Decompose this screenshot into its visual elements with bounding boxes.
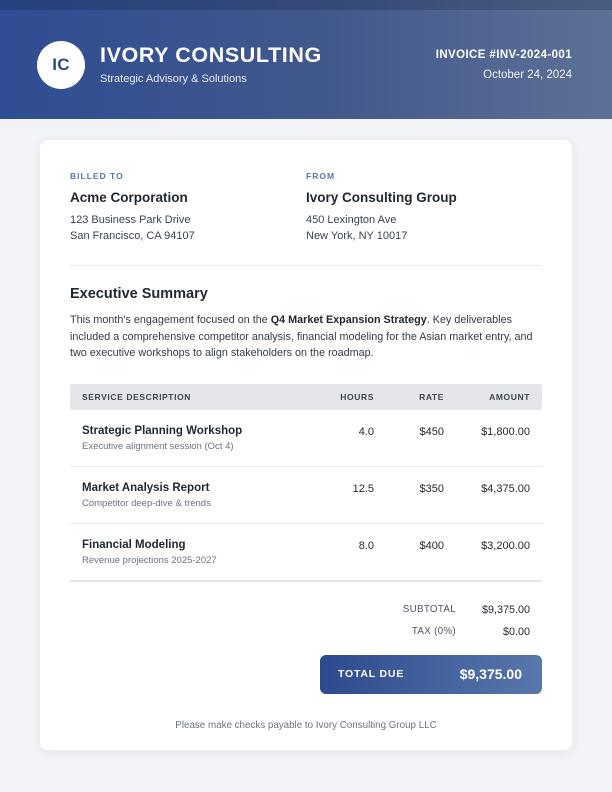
services-table: SERVICE DESCRIPTION HOURS RATE AMOUNT St… [70, 384, 542, 582]
payment-note: Please make checks payable to Ivory Cons… [70, 720, 542, 731]
summary-text-bold: Q4 Market Expansion Strategy [271, 314, 427, 326]
tax-value: $0.00 [456, 626, 542, 638]
service-subtitle: Revenue projections 2025-2027 [82, 555, 304, 566]
billed-to-address-line1: 123 Business Park Drive [70, 212, 306, 228]
invoice-header: IC IVORY CONSULTING Strategic Advisory &… [0, 0, 612, 119]
table-row: Strategic Planning Workshop Executive al… [70, 410, 542, 467]
summary-text-before: This month's engagement focused on the [70, 314, 271, 326]
company-logo: IC [37, 41, 85, 89]
service-hours: 12.5 [304, 482, 374, 496]
service-rate: $350 [374, 482, 444, 496]
from-label: FROM [306, 171, 542, 181]
summary-heading: Executive Summary [70, 286, 542, 302]
invoice-meta: INVOICE #INV-2024-001 October 24, 2024 [436, 49, 572, 81]
billed-to-address-line2: San Francisco, CA 94107 [70, 228, 306, 244]
summary-text: This month's engagement focused on the Q… [70, 312, 542, 362]
service-hours: 4.0 [304, 425, 374, 439]
service-title: Strategic Planning Workshop [82, 425, 304, 437]
company-tagline: Strategic Advisory & Solutions [100, 73, 322, 85]
billed-to-address: 123 Business Park Drive San Francisco, C… [70, 212, 306, 244]
header-hours: HOURS [304, 392, 374, 402]
service-amount: $4,375.00 [444, 482, 530, 496]
tax-row: TAX (0%) $0.00 [70, 626, 542, 638]
invoice-page: IC IVORY CONSULTING Strategic Advisory &… [0, 0, 612, 792]
from-address: 450 Lexington Ave New York, NY 10017 [306, 212, 542, 244]
total-due-label: TOTAL DUE [338, 668, 404, 680]
billing-parties: BILLED TO Acme Corporation 123 Business … [70, 171, 542, 244]
service-subtitle: Competitor deep-dive & trends [82, 498, 304, 509]
service-rate: $450 [374, 425, 444, 439]
subtotal-label: SUBTOTAL [403, 604, 456, 615]
billed-to-label: BILLED TO [70, 171, 306, 181]
header-rate: RATE [374, 392, 444, 402]
tax-label: TAX (0%) [412, 626, 456, 637]
table-row: Market Analysis Report Competitor deep-d… [70, 467, 542, 524]
subtotal-value: $9,375.00 [456, 604, 542, 616]
subtotal-row: SUBTOTAL $9,375.00 [70, 604, 542, 616]
billed-to-name: Acme Corporation [70, 190, 306, 205]
services-table-header: SERVICE DESCRIPTION HOURS RATE AMOUNT [70, 384, 542, 410]
total-due-banner: TOTAL DUE $9,375.00 [320, 655, 542, 694]
service-hours: 8.0 [304, 539, 374, 553]
invoice-number: INVOICE #INV-2024-001 [436, 49, 572, 61]
executive-summary: Executive Summary This month's engagemen… [70, 286, 542, 362]
service-subtitle: Executive alignment session (Oct 4) [82, 441, 304, 452]
service-amount: $3,200.00 [444, 539, 530, 553]
brand-block: IC IVORY CONSULTING Strategic Advisory &… [37, 41, 322, 89]
company-name: IVORY CONSULTING [100, 44, 322, 68]
service-title: Financial Modeling [82, 539, 304, 551]
invoice-date: October 24, 2024 [436, 69, 572, 81]
invoice-card: BILLED TO Acme Corporation 123 Business … [40, 140, 572, 750]
table-row: Financial Modeling Revenue projections 2… [70, 524, 542, 582]
header-amount: AMOUNT [444, 392, 530, 402]
service-rate: $400 [374, 539, 444, 553]
from-address-line1: 450 Lexington Ave [306, 212, 542, 228]
total-due-value: $9,375.00 [460, 666, 522, 682]
totals-section: SUBTOTAL $9,375.00 TAX (0%) $0.00 TOTAL … [70, 604, 542, 694]
billed-to-block: BILLED TO Acme Corporation 123 Business … [70, 171, 306, 244]
service-title: Market Analysis Report [82, 482, 304, 494]
from-name: Ivory Consulting Group [306, 190, 542, 205]
section-divider [70, 265, 542, 266]
header-service-description: SERVICE DESCRIPTION [82, 392, 304, 402]
header-top-strip [0, 0, 612, 10]
from-address-line2: New York, NY 10017 [306, 228, 542, 244]
logo-initials: IC [52, 55, 70, 75]
service-amount: $1,800.00 [444, 425, 530, 439]
from-block: FROM Ivory Consulting Group 450 Lexingto… [306, 171, 542, 244]
